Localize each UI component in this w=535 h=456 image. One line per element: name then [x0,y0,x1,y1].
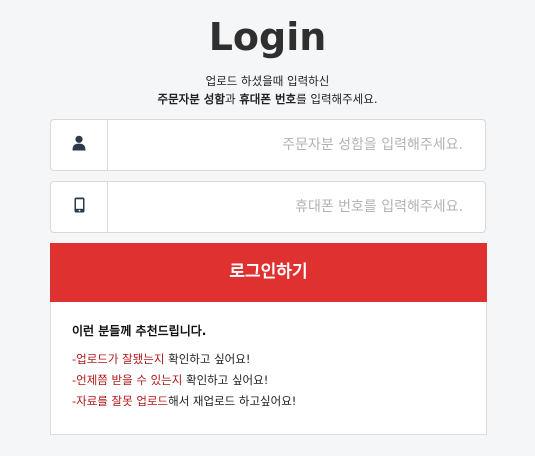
list-item-highlight: -언제쯤 받을 수 있는지 [72,373,183,387]
instruction-line-2: 주문자분 성함과 휴대폰 번호를 입력해주세요. [0,90,535,108]
list-item: -언제쯤 받을 수 있는지 확인하고 싶어요! [72,370,296,391]
phone-number-field [50,181,486,233]
login-page: Login 업로드 하셨을때 입력하신 주문자분 성함과 휴대폰 번호를 입력해… [0,0,535,456]
login-button[interactable]: 로그인하기 [50,243,487,302]
mobile-phone-icon [74,197,85,217]
instruction-name-emphasis: 주문자분 성함 [157,92,225,106]
list-item-text: 해서 재업로드 하고싶어요! [168,394,297,408]
phone-number-input[interactable] [108,182,463,232]
orderer-name-field [50,119,486,171]
list-item-text: 확인하고 싶어요! [164,352,251,366]
instruction-connector: 과 [224,92,240,106]
orderer-name-input[interactable] [108,120,463,170]
user-icon [72,135,86,155]
page-title: Login [208,15,327,59]
recommendation-list: -업로드가 잘됐는지 확인하고 싶어요! -언제쯤 받을 수 있는지 확인하고 … [72,349,296,412]
list-item: -업로드가 잘됐는지 확인하고 싶어요! [72,349,296,370]
name-icon-cell [51,120,108,170]
list-item-highlight: -업로드가 잘됐는지 [72,352,165,366]
recommendation-title: 이런 분들께 추천드립니다. [72,324,207,338]
list-item-text: 확인하고 싶어요! [182,373,269,387]
instruction-line-1: 업로드 하셨을때 입력하신 [205,74,330,88]
instruction-phone-emphasis: 휴대폰 번호 [239,92,297,106]
instruction-tail: 를 입력해주세요. [296,92,378,106]
recommendation-box: 이런 분들께 추천드립니다. -업로드가 잘됐는지 확인하고 싶어요! -언제쯤… [50,302,487,435]
list-item-highlight: -자료를 잘못 업로드 [72,394,169,408]
phone-icon-cell [51,182,108,232]
login-instructions: 업로드 하셨을때 입력하신 주문자분 성함과 휴대폰 번호를 입력해주세요. [0,72,535,108]
list-item: -자료를 잘못 업로드해서 재업로드 하고싶어요! [72,391,296,412]
